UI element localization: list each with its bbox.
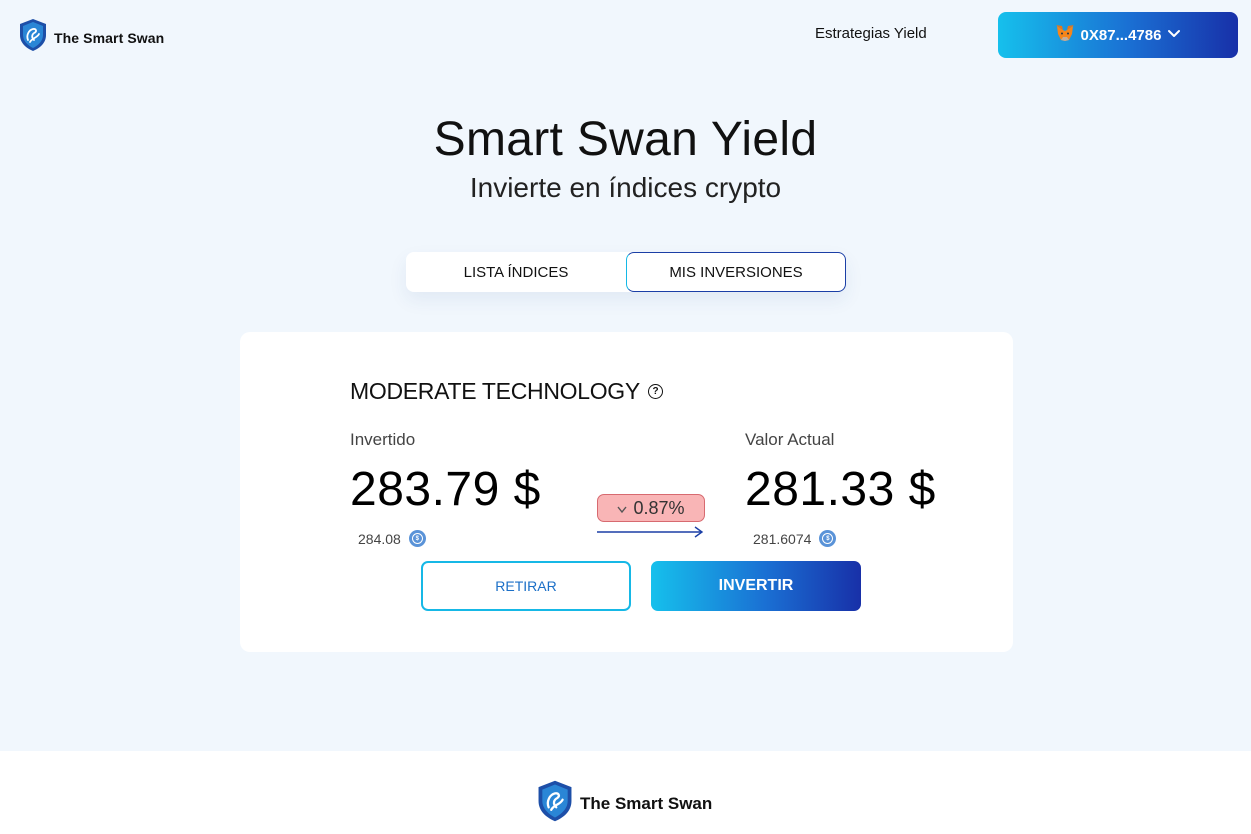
index-name: MODERATE TECHNOLOGY [350, 378, 640, 404]
wallet-address: 0X87...4786 [1080, 26, 1162, 44]
usdc-coin-icon: $ [408, 530, 426, 547]
swan-shield-logo-icon [18, 18, 48, 57]
nav-strategies-link[interactable]: Estrategias Yield [815, 25, 927, 42]
page-subtitle: Invierte en índices crypto [469, 172, 782, 203]
tab-bar: LISTA ÍNDICES MIS INVERSIONES [406, 252, 846, 292]
invertir-button[interactable]: INVERTIR [651, 561, 861, 611]
current-tokens: 281.6074 $ [753, 530, 837, 547]
tab-mis-inversiones[interactable]: MIS INVERSIONES [626, 252, 846, 292]
swan-shield-logo-icon [536, 779, 574, 828]
wallet-button[interactable]: 0X87...4786 [998, 12, 1238, 58]
help-icon[interactable]: ? [647, 384, 663, 399]
invested-value: 283.79 $ [350, 463, 541, 516]
brand-name: The Smart Swan [54, 29, 165, 46]
invested-tokens: 284.08 $ [358, 530, 426, 547]
retirar-button[interactable]: RETIRAR [421, 561, 631, 611]
chevron-down-icon [1167, 26, 1181, 44]
brand-logo-link[interactable]: The Smart Swan [18, 18, 164, 57]
usdc-coin-icon: $ [819, 530, 837, 547]
current-token-amount: 281.6074 [753, 530, 812, 547]
arrow-down-icon [617, 498, 628, 519]
change-badge: 0.87% [597, 494, 705, 522]
invested-token-amount: 284.08 [358, 530, 401, 547]
footer: The Smart Swan [0, 751, 1251, 834]
current-label: Valor Actual [745, 430, 835, 449]
footer-brand[interactable]: The Smart Swan [536, 779, 712, 828]
page-title: Smart Swan Yield [433, 113, 818, 166]
arrow-right-icon [597, 526, 704, 538]
tab-lista-indices[interactable]: LISTA ÍNDICES [406, 252, 626, 292]
header: The Smart Swan Estrategias Yield 0X87...… [0, 0, 1251, 70]
change-percent: 0.87% [633, 497, 685, 518]
current-value: 281.33 $ [745, 463, 936, 516]
investment-title: MODERATE TECHNOLOGY ? [350, 378, 663, 405]
footer-brand-name: The Smart Swan [580, 793, 713, 813]
investment-card: MODERATE TECHNOLOGY ? Invertido 283.79 $… [240, 332, 1013, 652]
invested-label: Invertido [350, 430, 416, 449]
metamask-fox-icon [1055, 24, 1075, 46]
